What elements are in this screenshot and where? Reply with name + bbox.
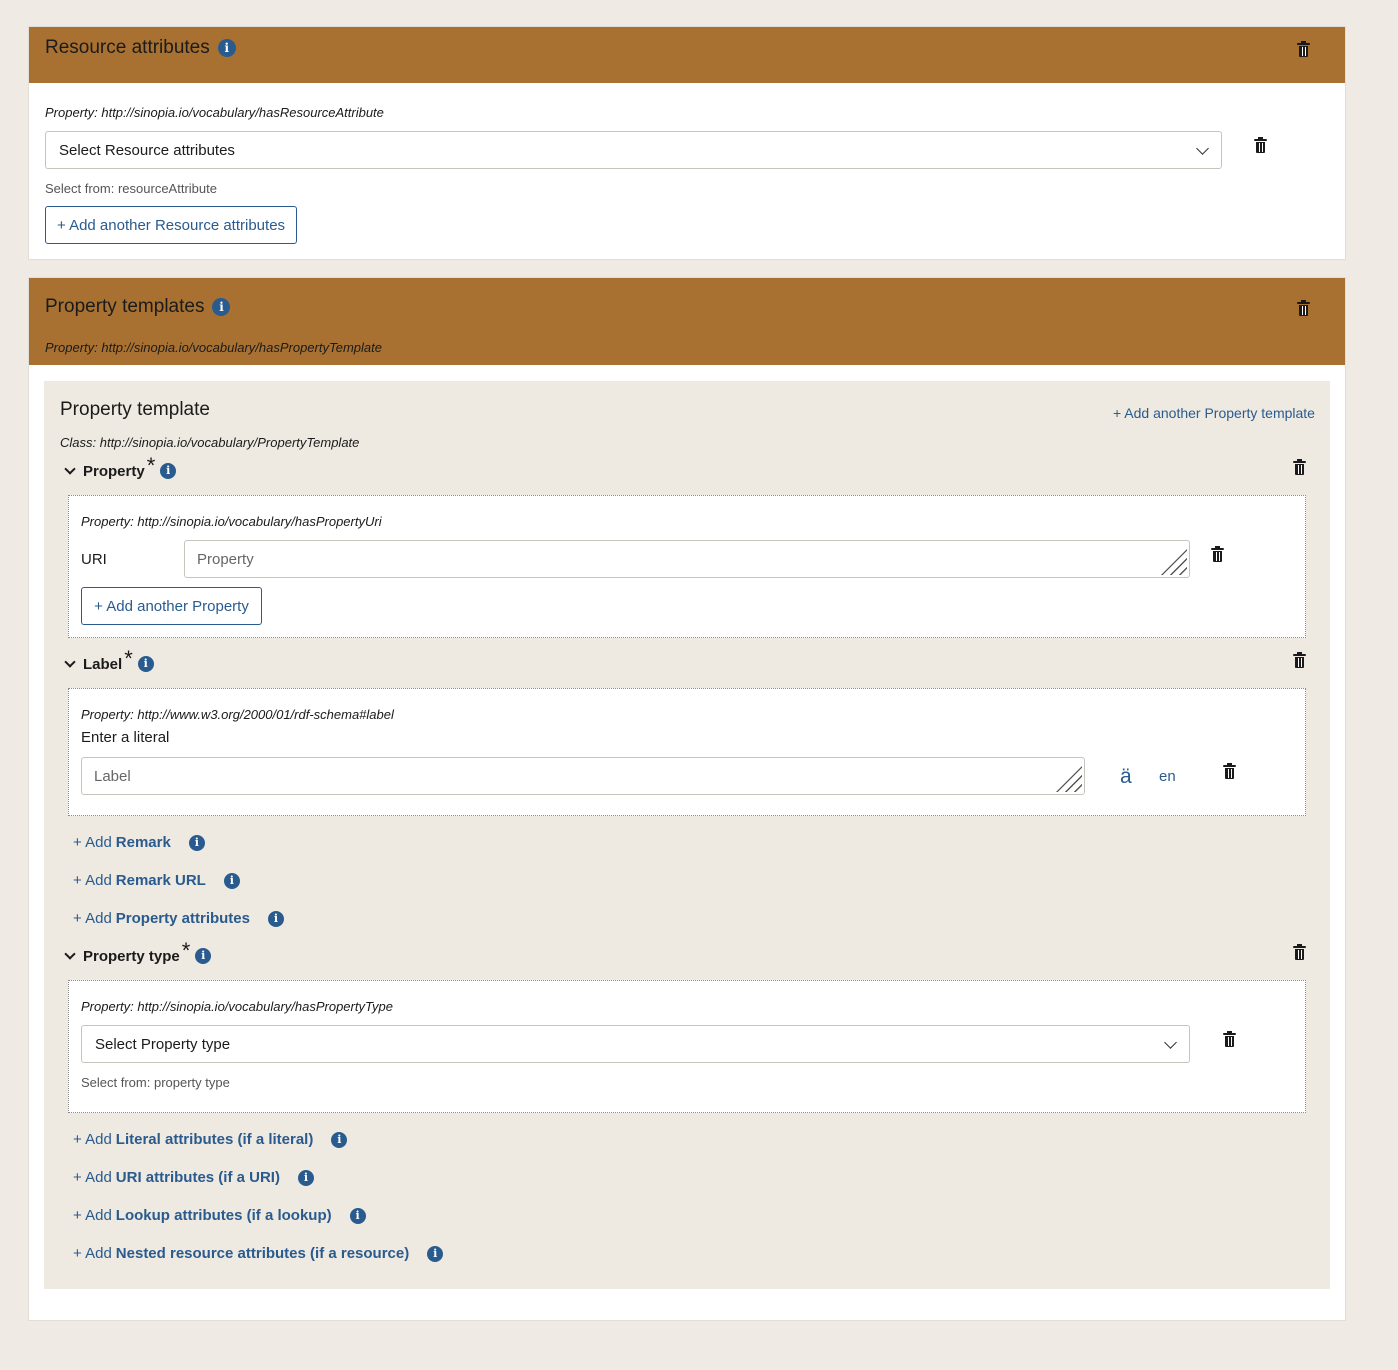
add-prefix: + Add <box>73 1207 112 1224</box>
info-icon[interactable]: i <box>212 298 231 316</box>
info-icon[interactable]: i <box>349 1207 366 1224</box>
property-uri-line: Property: http://sinopia.io/vocabulary/h… <box>45 105 384 120</box>
trash-icon[interactable] <box>1254 137 1267 153</box>
add-literal-attributes-link[interactable]: + Add Literal attributes (if a literal) … <box>73 1131 348 1148</box>
select-value: Select Property type <box>95 1035 231 1053</box>
add-property-attributes-link[interactable]: + Add Property attributes i <box>73 910 284 927</box>
section-label: Property type <box>83 947 180 965</box>
required-star: * <box>146 453 156 478</box>
property-uri-line: Property: http://sinopia.io/vocabulary/h… <box>45 340 382 355</box>
caret-down-icon <box>64 656 76 668</box>
add-prefix: + Add <box>73 910 112 927</box>
link-name: Remark URL <box>115 872 206 889</box>
resize-handle-icon[interactable] <box>1161 549 1187 575</box>
add-nested-resource-attributes-link[interactable]: + Add Nested resource attributes (if a r… <box>73 1245 444 1262</box>
property-type-section-toggle[interactable]: Property type * i <box>64 938 212 969</box>
placeholder: Property <box>197 550 254 568</box>
add-prefix: + Add <box>73 1169 112 1186</box>
info-icon[interactable]: i <box>223 872 240 889</box>
required-star: * <box>124 646 133 671</box>
label-input[interactable]: Label <box>81 757 1085 795</box>
resource-attributes-header: Resource attributes i <box>29 27 1345 83</box>
link-name: URI attributes (if a URI) <box>115 1169 280 1186</box>
trash-icon[interactable] <box>1293 459 1306 475</box>
trash-icon[interactable] <box>1293 652 1306 668</box>
caret-down-icon <box>64 948 76 960</box>
property-templates-title-wrap: Property templates i <box>45 296 231 318</box>
add-remark-url-link[interactable]: + Add Remark URL i <box>73 872 240 889</box>
enter-literal-label: Enter a literal <box>81 729 170 746</box>
section-label: Property <box>83 462 145 480</box>
resize-handle-icon[interactable] <box>1056 766 1082 792</box>
uri-label: URI <box>81 551 107 568</box>
add-prefix: + Add <box>73 1245 112 1262</box>
select-from-hint: Select from: property type <box>81 1075 230 1090</box>
property-section-toggle[interactable]: Property * i <box>64 453 177 484</box>
link-name: Lookup attributes (if a lookup) <box>115 1207 332 1224</box>
caret-down-icon <box>64 463 76 475</box>
add-prefix: + Add <box>73 872 112 889</box>
select-from-hint: Select from: resourceAttribute <box>45 181 217 196</box>
link-name: Nested resource attributes (if a resourc… <box>115 1245 410 1262</box>
resource-attributes-select[interactable]: Select Resource attributes <box>45 131 1222 169</box>
placeholder: Label <box>94 767 131 785</box>
required-star: * <box>181 938 191 963</box>
trash-icon[interactable] <box>1211 546 1224 562</box>
trash-icon[interactable] <box>1223 1031 1236 1047</box>
trash-icon[interactable] <box>1293 944 1306 960</box>
info-icon[interactable]: i <box>137 656 154 672</box>
resource-attributes-title: Resource attributes <box>45 37 210 58</box>
add-another-property-template-link[interactable]: + Add another Property template <box>1113 405 1315 421</box>
class-line: Class: http://sinopia.io/vocabulary/Prop… <box>60 435 360 450</box>
diacritics-button[interactable]: ä <box>1120 765 1132 789</box>
resource-attributes-panel: Resource attributes i Property: http://s… <box>28 26 1346 260</box>
trash-icon[interactable] <box>1223 763 1236 779</box>
select-value: Select Resource attributes <box>59 141 235 159</box>
add-prefix: + Add <box>73 1131 112 1148</box>
language-button[interactable]: en <box>1159 768 1176 785</box>
info-icon[interactable]: i <box>188 834 205 851</box>
info-icon[interactable]: i <box>331 1131 348 1148</box>
property-type-select[interactable]: Select Property type <box>81 1025 1190 1063</box>
info-icon[interactable]: i <box>217 39 236 57</box>
trash-icon[interactable] <box>1297 41 1310 57</box>
chevron-down-icon <box>1196 142 1209 155</box>
info-icon[interactable]: i <box>268 910 284 927</box>
label-section-toggle[interactable]: Label * i <box>64 646 154 677</box>
property-uri-line: Property: http://www.w3.org/2000/01/rdf-… <box>81 707 394 722</box>
link-name: Literal attributes (if a literal) <box>115 1131 314 1148</box>
info-icon[interactable]: i <box>427 1245 444 1262</box>
add-uri-attributes-link[interactable]: + Add URI attributes (if a URI) i <box>73 1169 314 1186</box>
add-another-property-button[interactable]: + Add another Property <box>81 587 262 625</box>
property-uri-input[interactable]: Property <box>184 540 1190 578</box>
add-remark-link[interactable]: + Add Remark i <box>73 834 205 851</box>
property-templates-header: Property templates i Property: http://si… <box>29 278 1345 365</box>
property-uri-line: Property: http://sinopia.io/vocabulary/h… <box>81 514 382 529</box>
link-name: Property attributes <box>115 910 250 927</box>
info-icon[interactable]: i <box>195 948 212 964</box>
resource-attributes-title-wrap: Resource attributes i <box>45 37 236 59</box>
trash-icon[interactable] <box>1297 300 1310 316</box>
info-icon[interactable]: i <box>297 1169 314 1186</box>
property-uri-line: Property: http://sinopia.io/vocabulary/h… <box>81 999 393 1014</box>
add-lookup-attributes-link[interactable]: + Add Lookup attributes (if a lookup) i <box>73 1207 366 1224</box>
link-name: Remark <box>115 834 171 851</box>
property-template-title: Property template <box>60 399 210 420</box>
property-templates-title: Property templates <box>45 296 205 317</box>
add-resource-attributes-button[interactable]: + Add another Resource attributes <box>45 206 297 244</box>
chevron-down-icon <box>1164 1036 1177 1049</box>
section-label: Label <box>83 655 123 673</box>
add-prefix: + Add <box>73 834 112 851</box>
info-icon[interactable]: i <box>160 463 177 479</box>
